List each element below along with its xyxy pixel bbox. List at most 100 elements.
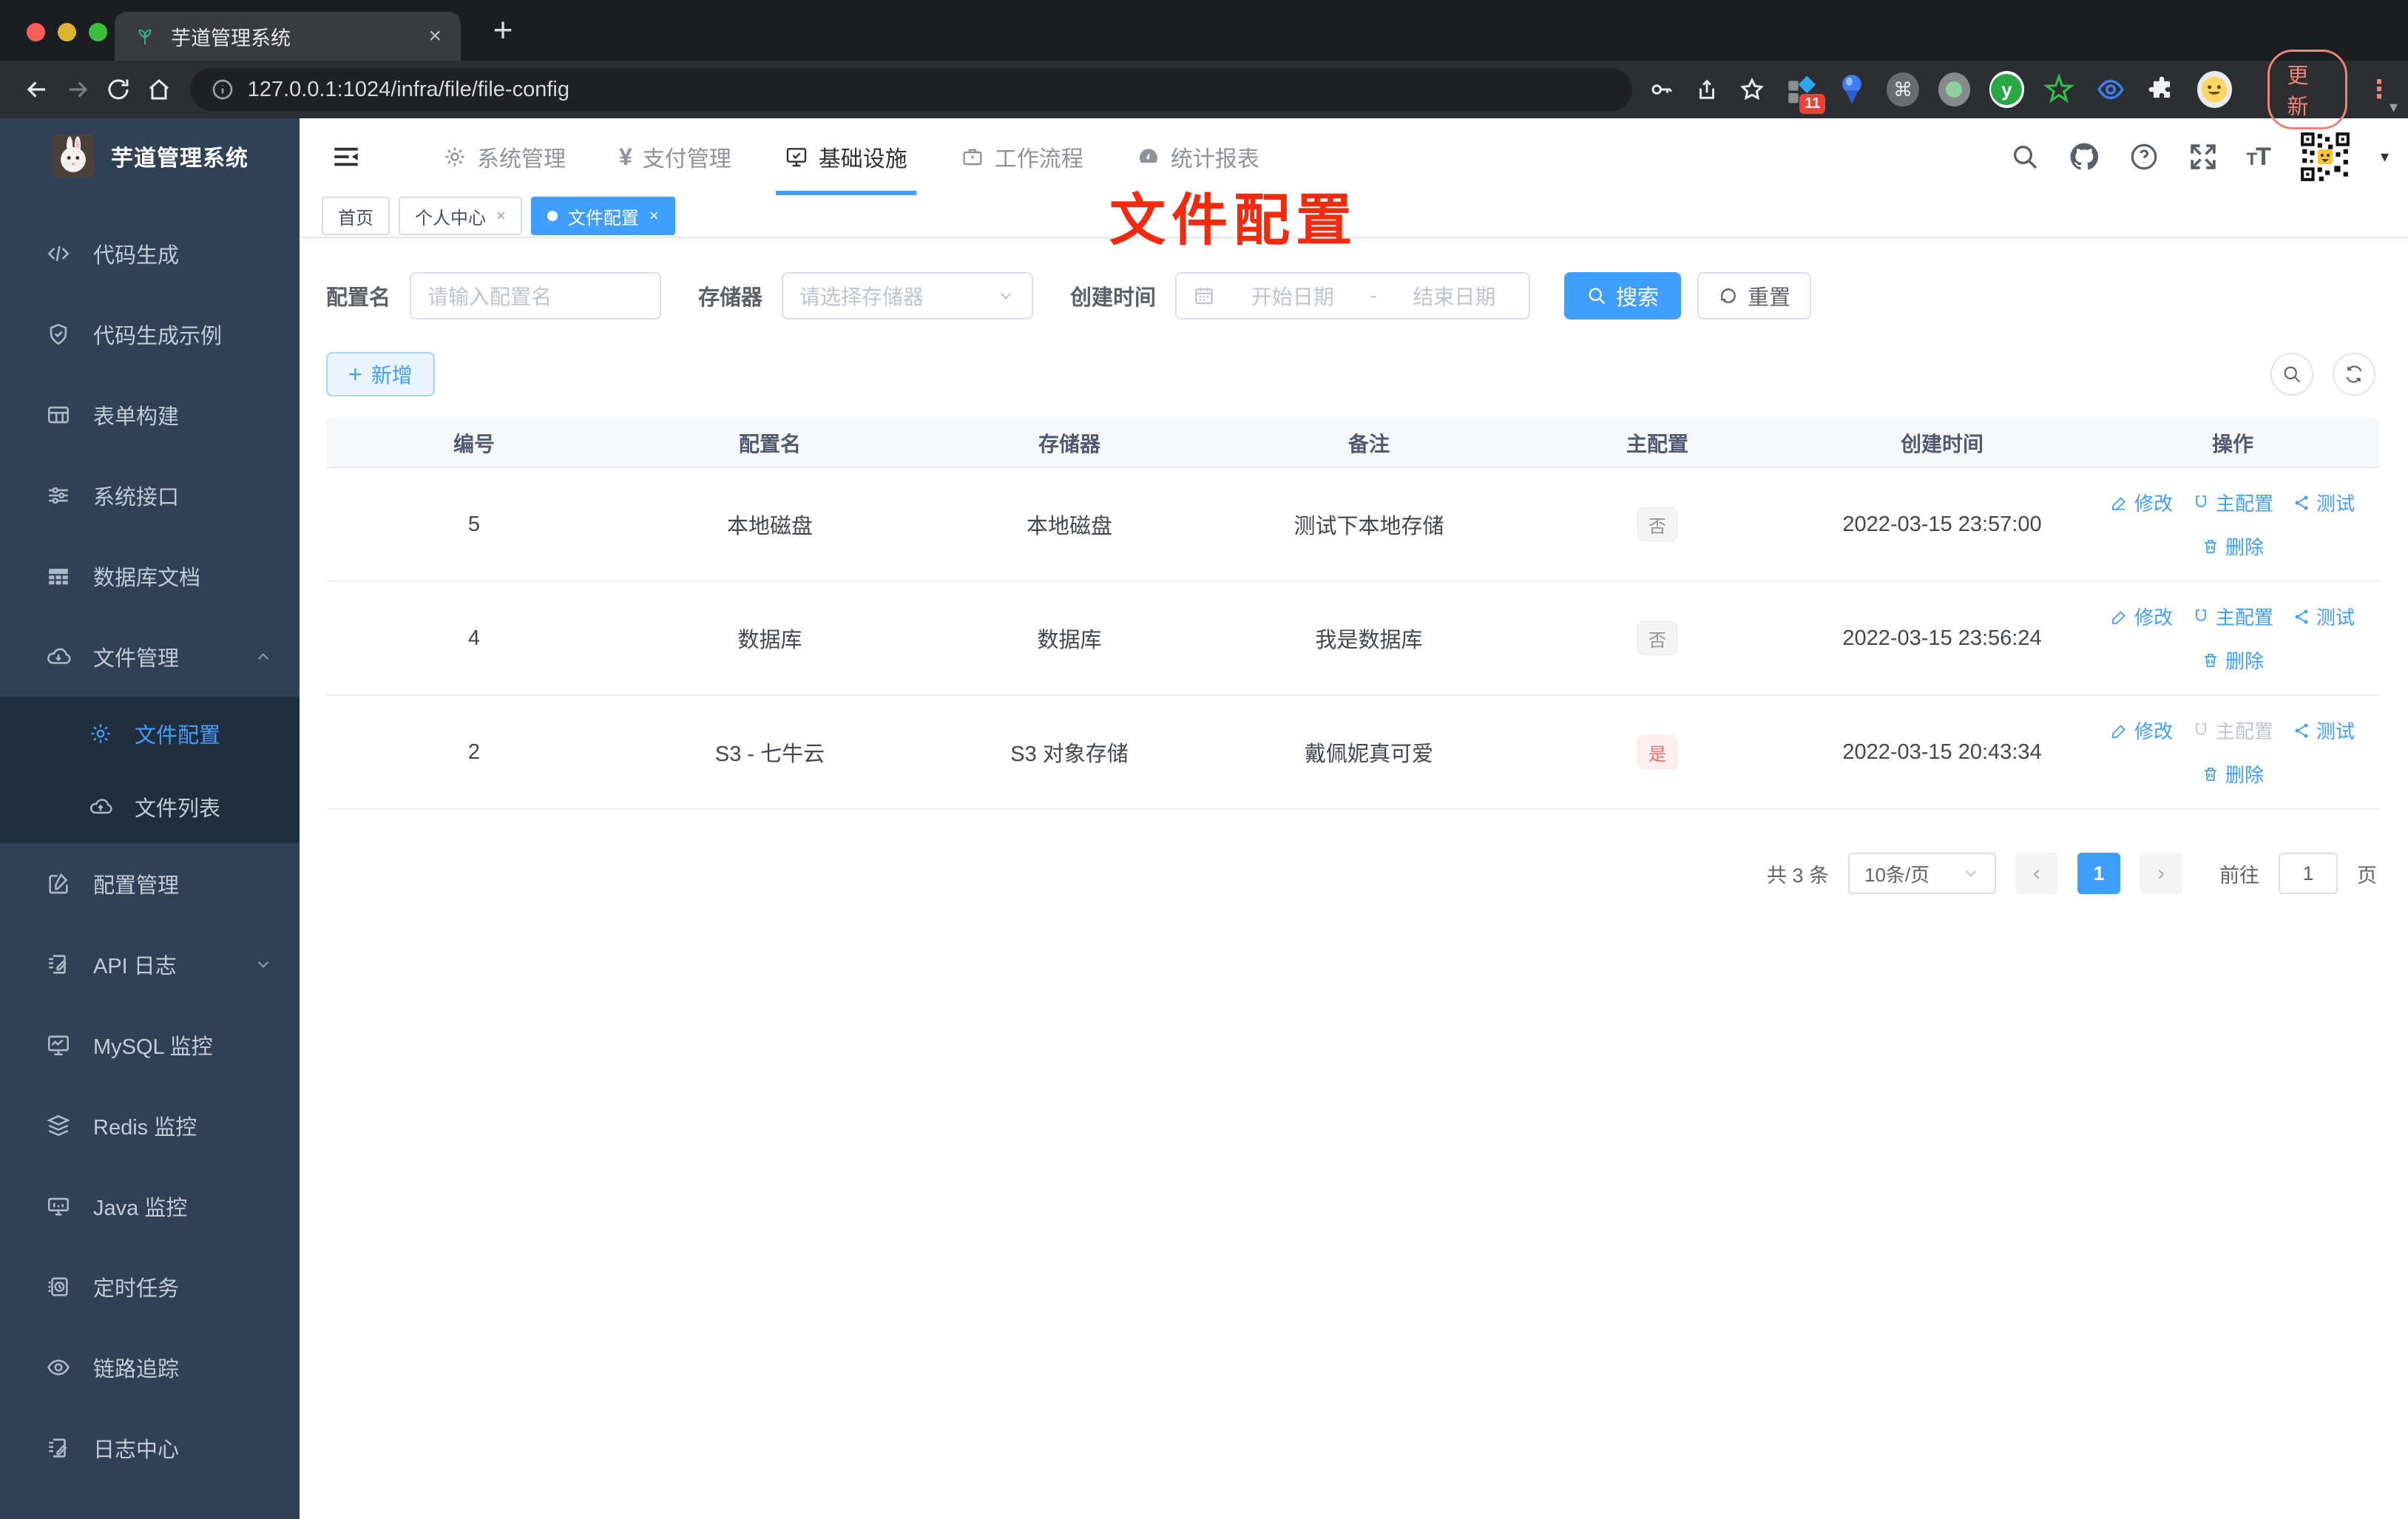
page-content: 配置名 请输入配置名 存储器 请选择存储器 创建时间 开始日期 - 结束日期 搜… [300, 238, 2408, 894]
monitor-icon [46, 1194, 71, 1219]
goto-page-input[interactable]: 1 [2279, 853, 2338, 894]
tab-title: 芋道管理系统 [171, 27, 291, 50]
password-key-icon[interactable] [1648, 76, 1675, 103]
github-icon[interactable] [2068, 141, 2100, 173]
sidebar-item-redis-monitor[interactable]: Redis 监控 [0, 1085, 300, 1166]
app-title: 芋道管理系统 [111, 146, 248, 171]
close-window-button[interactable] [27, 23, 45, 41]
test-link[interactable]: 测试 [2293, 603, 2355, 630]
master-link[interactable]: 主配置 [2192, 489, 2273, 516]
sidebar-item-scheduled-tasks[interactable]: 定时任务 [0, 1246, 300, 1327]
avatar-dropdown-caret-icon[interactable]: ▾ [2381, 147, 2389, 166]
cell-storage: S3 对象存储 [918, 694, 1221, 810]
zoom-window-button[interactable] [89, 23, 107, 41]
current-page-button[interactable]: 1 [2077, 853, 2120, 894]
profile-avatar-emoji[interactable] [2196, 71, 2232, 108]
extension-y-icon[interactable]: y [1989, 71, 2024, 108]
chevron-down-icon [996, 286, 1015, 305]
sidebar-item-code-gen[interactable]: 代码生成 [0, 213, 300, 294]
help-icon[interactable] [2128, 141, 2160, 172]
address-bar[interactable]: 127.0.0.1:1024/infra/file/file-config [189, 68, 1633, 111]
chrome-update-button[interactable]: 更新 [2267, 50, 2348, 129]
file-management-submenu: 文件配置 文件列表 [0, 697, 300, 843]
cell-storage: 本地磁盘 [918, 467, 1221, 581]
table-refresh-button[interactable] [2333, 353, 2375, 396]
topnav-item-payment[interactable]: ¥ 支付管理 [592, 118, 758, 195]
delete-link[interactable]: 删除 [2202, 760, 2264, 788]
extension-command-icon[interactable]: ⌘ [1887, 72, 1919, 106]
search-button[interactable]: 搜索 [1564, 272, 1682, 319]
new-tab-button[interactable]: + [479, 6, 527, 53]
cell-created: 2022-03-15 23:57:00 [1798, 467, 2086, 581]
sidebar-menu: 代码生成 代码生成示例 表单构建 系统接口 数据库文档 文件管理 文件配置 文件… [0, 213, 300, 1488]
extension-eye-icon[interactable] [2094, 72, 2126, 106]
prev-page-button[interactable]: ‹ [2015, 853, 2058, 894]
bookmark-star-icon[interactable] [1739, 76, 1765, 103]
font-size-icon[interactable]: TT [2247, 143, 2271, 172]
toolbar-overflow-caret-icon[interactable]: ▾ [2390, 98, 2398, 117]
share-icon[interactable] [1694, 77, 1719, 102]
tag-close-icon[interactable]: × [649, 206, 659, 226]
edit-link[interactable]: 修改 [2111, 489, 2173, 516]
tab-close-icon[interactable]: × [428, 24, 442, 49]
chevron-down-icon [1962, 865, 1980, 882]
test-link[interactable]: 测试 [2293, 717, 2355, 744]
sidebar-item-system-api[interactable]: 系统接口 [0, 455, 300, 535]
sidebar-item-mysql-monitor[interactable]: MySQL 监控 [0, 1004, 300, 1085]
page-size-select[interactable]: 10条/页 [1848, 853, 1996, 894]
browser-tab[interactable]: 芋道管理系统 × [115, 12, 461, 61]
sidebar-fold-icon[interactable] [320, 131, 372, 183]
extension-pin-icon[interactable] [1836, 72, 1867, 106]
reload-icon[interactable] [98, 67, 138, 112]
storage-select[interactable]: 请选择存储器 [782, 272, 1034, 319]
minimize-window-button[interactable] [58, 23, 76, 41]
tag-close-icon[interactable]: × [496, 206, 506, 226]
chrome-menu-kebab-icon[interactable]: ⋮ [2367, 75, 2392, 104]
sidebar-item-api-log[interactable]: API 日志 [0, 924, 300, 1004]
topnav-item-system[interactable]: 系统管理 [416, 118, 592, 195]
edit-link[interactable]: 修改 [2111, 717, 2173, 744]
search-icon[interactable] [2010, 142, 2040, 172]
master-badge: 是 [1637, 735, 1677, 769]
range-separator: - [1370, 284, 1377, 307]
reset-button[interactable]: 重置 [1697, 272, 1812, 319]
topnav-item-infrastructure[interactable]: 基础设施 [758, 118, 934, 195]
extension-star-icon[interactable] [2043, 72, 2075, 106]
sidebar-item-tracing[interactable]: 链路追踪 [0, 1327, 300, 1407]
site-info-icon[interactable] [211, 78, 234, 101]
next-page-button[interactable]: › [2140, 853, 2182, 894]
extension-record-icon[interactable] [1938, 72, 1970, 106]
sidebar-item-code-demo[interactable]: 代码生成示例 [0, 294, 300, 374]
sidebar-item-file-config[interactable]: 文件配置 [0, 697, 300, 770]
master-link[interactable]: 主配置 [2192, 603, 2273, 630]
table-search-toggle-button[interactable] [2270, 353, 2313, 396]
sidebar-item-config-management[interactable]: 配置管理 [0, 843, 300, 924]
extensions-puzzle-icon[interactable] [2145, 72, 2177, 106]
back-icon[interactable] [16, 67, 57, 112]
edit-link[interactable]: 修改 [2111, 603, 2173, 630]
tag-file-config[interactable]: 文件配置 × [530, 197, 675, 235]
sidebar-item-db-doc[interactable]: 数据库文档 [0, 535, 300, 616]
col-storage: 存储器 [918, 419, 1221, 467]
table-row: 5 本地磁盘 本地磁盘 测试下本地存储 否 2022-03-15 23:57:0… [326, 467, 2379, 581]
sidebar-item-form-builder[interactable]: 表单构建 [0, 374, 300, 455]
tag-home[interactable]: 首页 [322, 197, 390, 235]
home-icon[interactable] [139, 67, 180, 112]
sidebar-item-log-center[interactable]: 日志中心 [0, 1407, 300, 1488]
sidebar-item-file-list[interactable]: 文件列表 [0, 770, 300, 843]
test-link[interactable]: 测试 [2293, 489, 2355, 516]
date-range-picker[interactable]: 开始日期 - 结束日期 [1175, 272, 1531, 319]
config-name-input[interactable]: 请输入配置名 [410, 272, 662, 319]
window-controls[interactable] [27, 23, 107, 41]
add-button[interactable]: + 新增 [326, 352, 435, 396]
sidebar-item-file-management[interactable]: 文件管理 [0, 616, 300, 697]
fullscreen-icon[interactable] [2188, 141, 2219, 172]
sidebar-item-java-monitor[interactable]: Java 监控 [0, 1166, 300, 1246]
delete-link[interactable]: 删除 [2202, 532, 2264, 560]
topnav-item-workflow[interactable]: 工作流程 [934, 118, 1110, 195]
extension-tabs-icon[interactable]: 11 [1785, 72, 1826, 114]
user-avatar-qr[interactable] [2297, 129, 2353, 184]
tag-profile[interactable]: 个人中心 × [399, 197, 522, 235]
forward-icon[interactable] [57, 67, 98, 112]
delete-link[interactable]: 删除 [2202, 646, 2264, 674]
